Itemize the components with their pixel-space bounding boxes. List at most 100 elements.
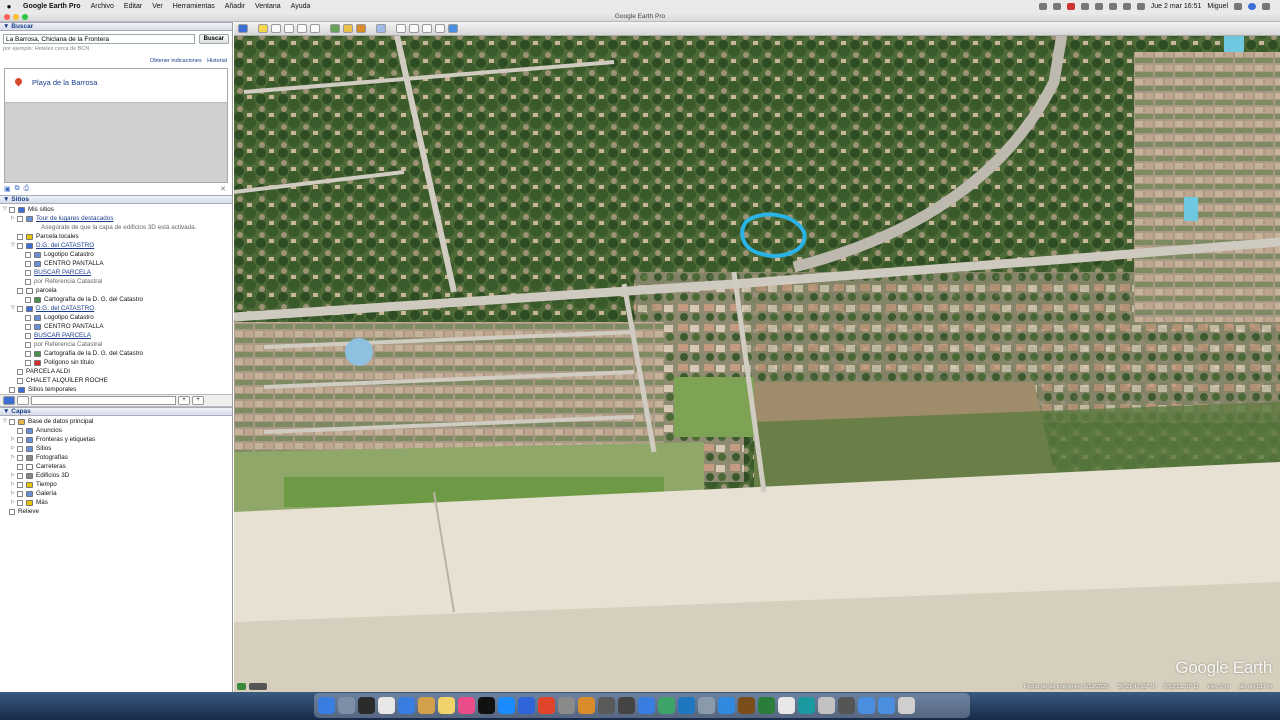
search-places-icon[interactable] xyxy=(3,396,15,405)
layers-item[interactable]: ▷ Galería xyxy=(3,489,232,498)
wifi-icon[interactable] xyxy=(1122,2,1131,10)
places-item-label[interactable]: por Referencia Catastral xyxy=(34,340,102,349)
visibility-checkbox[interactable] xyxy=(25,278,31,285)
places-item[interactable]: Logotipo Catastro xyxy=(3,250,232,259)
search-result[interactable]: Playa de la Barrosa xyxy=(5,69,227,103)
places-item-label[interactable]: BUSCAR PARCELA xyxy=(34,268,91,277)
places-item-label[interactable]: CENTRO PANTALLA xyxy=(44,322,104,331)
places-item-label[interactable]: Logotipo Catastro xyxy=(44,313,94,322)
status-app-icon[interactable] xyxy=(1066,2,1075,10)
visibility-checkbox[interactable] xyxy=(17,233,23,240)
dock-app-icon[interactable] xyxy=(738,697,755,714)
dock-app-icon[interactable] xyxy=(838,697,855,714)
satellite-imagery[interactable] xyxy=(234,22,1280,692)
dock-app-icon[interactable] xyxy=(698,697,715,714)
places-item[interactable]: CENTRO PANTALLA xyxy=(3,322,232,331)
places-item-label[interactable]: D.G. del CATASTRO xyxy=(36,241,94,250)
places-item[interactable]: BUSCAR PARCELA xyxy=(3,268,232,277)
places-item[interactable]: ▽ Mis sitios xyxy=(3,205,232,214)
layers-item-label[interactable]: Galería xyxy=(36,489,57,498)
minimize-window-icon[interactable] xyxy=(13,14,19,20)
visibility-checkbox[interactable] xyxy=(17,490,23,497)
dock-app-icon[interactable] xyxy=(418,697,435,714)
dock-app-icon[interactable] xyxy=(758,697,775,714)
search-result-title[interactable]: Playa de la Barrosa xyxy=(32,78,97,87)
places-item[interactable]: Asegúrate de que la capa de edificios 3D… xyxy=(3,223,232,232)
visibility-checkbox[interactable] xyxy=(9,508,15,515)
places-item[interactable]: PARCELA ALDI xyxy=(3,367,232,376)
history-link[interactable]: Historial xyxy=(207,58,227,64)
places-item-label[interactable]: D.G. del CATASTRO xyxy=(36,304,94,313)
visibility-checkbox[interactable] xyxy=(9,418,15,425)
dock-app-icon[interactable] xyxy=(778,697,795,714)
app-menu[interactable]: Google Earth Pro xyxy=(18,3,86,10)
places-item-label[interactable]: Cartografía de la D. G. del Catastro xyxy=(44,295,143,304)
places-item-label[interactable]: BUSCAR PARCELA xyxy=(34,331,91,340)
copy-icon[interactable]: ⧉ xyxy=(15,185,20,193)
dock-app-icon[interactable] xyxy=(398,697,415,714)
record-tour-icon[interactable] xyxy=(310,24,320,33)
dock-app-icon[interactable] xyxy=(498,697,515,714)
places-item-label[interactable]: PARCELA ALDI xyxy=(26,367,70,376)
visibility-checkbox[interactable] xyxy=(25,251,31,258)
dock-app-icon[interactable] xyxy=(858,697,875,714)
spotlight-icon[interactable] xyxy=(1234,2,1242,10)
add-folder-icon[interactable]: + xyxy=(192,396,204,405)
places-item[interactable]: Cartografía de la D. G. del Catastro xyxy=(3,349,232,358)
list-view-icon[interactable] xyxy=(17,396,29,405)
volume-icon[interactable] xyxy=(1108,2,1117,10)
visibility-checkbox[interactable] xyxy=(25,296,31,303)
ruler-icon[interactable] xyxy=(376,24,386,33)
dock-app-icon[interactable] xyxy=(458,697,475,714)
places-item-label[interactable]: CHALET ALQUILER ROCHE xyxy=(26,376,108,385)
sidebar-toggle-icon[interactable] xyxy=(238,24,248,33)
places-item-label[interactable]: Tour de lugares destacados xyxy=(36,214,113,223)
dock-app-icon[interactable] xyxy=(318,697,335,714)
layers-item[interactable]: ▽ Base de datos principal xyxy=(3,417,232,426)
dock-app-icon[interactable] xyxy=(678,697,695,714)
print-icon[interactable] xyxy=(409,24,419,33)
layers-item-label[interactable]: Base de datos principal xyxy=(28,417,93,426)
dock-app-icon[interactable] xyxy=(818,697,835,714)
visibility-checkbox[interactable] xyxy=(17,436,23,443)
visibility-checkbox[interactable] xyxy=(9,386,15,393)
visibility-checkbox[interactable] xyxy=(17,377,23,384)
print-icon[interactable]: ⎙ xyxy=(24,185,30,193)
visibility-checkbox[interactable] xyxy=(25,341,31,348)
places-item-label[interactable]: Cartografía de la D. G. del Catastro xyxy=(44,349,143,358)
places-item-label[interactable]: Parcela locales xyxy=(36,232,79,241)
dock-app-icon[interactable] xyxy=(538,697,555,714)
sunlight-icon[interactable] xyxy=(343,24,353,33)
dock-app-icon[interactable] xyxy=(378,697,395,714)
visibility-checkbox[interactable] xyxy=(17,305,23,312)
dock-app-icon[interactable] xyxy=(878,697,895,714)
dock-app-icon[interactable] xyxy=(358,697,375,714)
visibility-checkbox[interactable] xyxy=(17,472,23,479)
folder-icon[interactable]: ▣ xyxy=(4,185,11,193)
layers-item[interactable]: ▷ Más xyxy=(3,498,232,507)
menu-ver[interactable]: Ver xyxy=(147,3,168,10)
siri-icon[interactable] xyxy=(1248,2,1256,10)
layers-item[interactable]: Anuncios xyxy=(3,426,232,435)
location-icon[interactable] xyxy=(1038,2,1047,10)
places-item-label[interactable]: CENTRO PANTALLA xyxy=(44,259,104,268)
places-item[interactable]: ▷ Tour de lugares destacados xyxy=(3,214,232,223)
places-item-label[interactable]: parcela xyxy=(36,286,57,295)
path-icon[interactable] xyxy=(284,24,294,33)
close-window-icon[interactable] xyxy=(4,14,10,20)
places-item[interactable]: ▽ D.G. del CATASTRO xyxy=(3,241,232,250)
places-panel-header[interactable]: ▼ Sitios xyxy=(0,195,232,204)
layers-item-label[interactable]: Fronteras y etiquetas xyxy=(36,435,95,444)
user-name[interactable]: Miguel xyxy=(1207,3,1228,10)
search-button[interactable]: Buscar xyxy=(198,34,229,44)
visibility-checkbox[interactable] xyxy=(17,463,23,470)
visibility-checkbox[interactable] xyxy=(25,350,31,357)
places-item[interactable]: Polígono sin título xyxy=(3,358,232,367)
places-item[interactable]: BUSCAR PARCELA xyxy=(3,331,232,340)
layers-item[interactable]: ▷ Fotografías xyxy=(3,453,232,462)
map-view[interactable]: Google Earth Fecha de las imágenes: 6/10… xyxy=(234,22,1280,692)
image-overlay-icon[interactable] xyxy=(297,24,307,33)
places-item[interactable]: CHALET ALQUILER ROCHE xyxy=(3,376,232,385)
layers-item-label[interactable]: Sitios xyxy=(36,444,51,453)
apple-menu-icon[interactable]: ● xyxy=(0,2,18,11)
